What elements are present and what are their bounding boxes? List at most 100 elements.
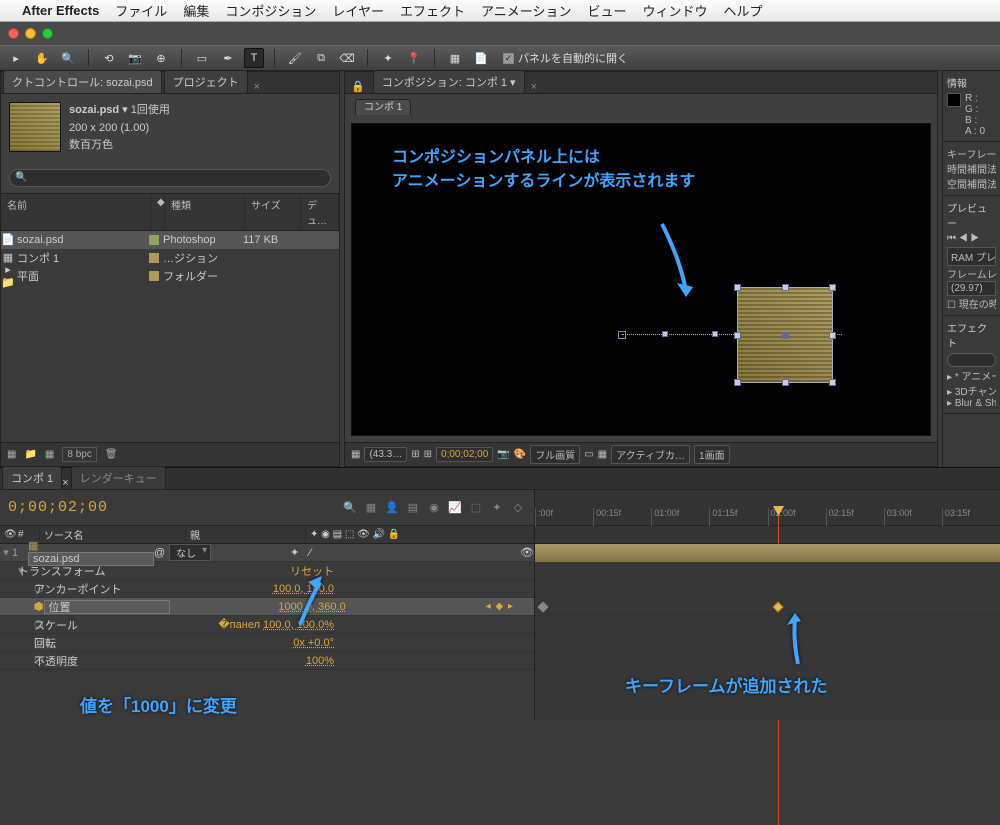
- project-tab[interactable]: プロジェクト: [164, 70, 248, 93]
- trash-icon[interactable]: 🗑: [105, 449, 118, 460]
- project-search-input[interactable]: [9, 169, 331, 187]
- menu-edit[interactable]: 編集: [183, 1, 209, 20]
- comp-mini-icon[interactable]: ▦: [363, 500, 379, 516]
- search-layers-icon[interactable]: 🔍: [342, 500, 358, 516]
- current-time-button[interactable]: 0;00;02;00: [436, 447, 493, 462]
- rect-tool-icon[interactable]: ▭: [192, 48, 212, 68]
- col-duration[interactable]: デュ…: [301, 194, 339, 230]
- menu-window[interactable]: ウィンドウ: [642, 1, 707, 20]
- res-icon[interactable]: ⊞: [411, 449, 419, 460]
- menu-file[interactable]: ファイル: [115, 1, 167, 20]
- search-help-icon[interactable]: 📄: [471, 48, 491, 68]
- comp-viewer[interactable]: コンポジションパネル上には アニメーションするラインが表示されます: [351, 123, 931, 436]
- close-timeline-tab-icon[interactable]: ×: [62, 477, 68, 489]
- close-window-icon[interactable]: [8, 28, 19, 39]
- frame-blend-icon[interactable]: ▤: [405, 500, 421, 516]
- prop-anchor[interactable]: ⬡アンカーポイント 100.0, 100.0: [0, 580, 534, 598]
- layer-duration-bar[interactable]: [535, 544, 1000, 562]
- prop-rotation[interactable]: ⬡回転 0x +0.0°: [0, 634, 534, 652]
- timeline-tab-comp[interactable]: コンポ 1: [2, 466, 62, 489]
- preview-controls[interactable]: ⏮ ◀ ▶: [947, 233, 996, 244]
- rotation-value[interactable]: 0x +0.0°: [293, 637, 334, 649]
- layer-bounding-box[interactable]: [737, 287, 833, 383]
- camera-dropdown[interactable]: アクティブカ…: [611, 445, 690, 464]
- brainstorm-icon[interactable]: ✦: [489, 500, 505, 516]
- interpret-icon[interactable]: ▦: [7, 449, 16, 460]
- camera-tool-icon[interactable]: 📷: [125, 48, 145, 68]
- hand-tool-icon[interactable]: ✋: [32, 48, 52, 68]
- brush-tool-icon[interactable]: 🖌: [285, 48, 305, 68]
- keyframe-navigator[interactable]: ◂ ◆ ▸: [486, 601, 514, 612]
- app-name[interactable]: After Effects: [22, 3, 99, 18]
- prop-opacity[interactable]: ⬡不透明度 100%: [0, 652, 534, 670]
- menu-layer[interactable]: レイヤー: [332, 1, 384, 20]
- project-row-solids[interactable]: ▸📁平面 フォルダー: [1, 267, 339, 285]
- eraser-tool-icon[interactable]: ⌫: [337, 48, 357, 68]
- auto-kf-icon[interactable]: ◇: [510, 500, 526, 516]
- zoom-dropdown[interactable]: (43.3…: [364, 447, 407, 462]
- pan-behind-tool-icon[interactable]: ⊕: [151, 48, 171, 68]
- lock-icon[interactable]: 🔒: [345, 80, 371, 93]
- roi-icon[interactable]: ▭: [584, 449, 593, 460]
- resolution-dropdown[interactable]: フル画質: [530, 445, 580, 464]
- av-col-icon[interactable]: 👁: [0, 529, 14, 540]
- workspace-icon[interactable]: ▦: [445, 48, 465, 68]
- graph-editor-icon[interactable]: 📈: [447, 500, 463, 516]
- timeline-current-time[interactable]: 0;00;02;00: [8, 499, 108, 516]
- effect-cat-2[interactable]: ▸ 3Dチャン: [947, 383, 996, 398]
- parent-dropdown[interactable]: なし: [169, 544, 211, 561]
- menu-view[interactable]: ビュー: [587, 1, 626, 20]
- current-time-checkbox[interactable]: ☐ 現在の時: [947, 296, 996, 311]
- menu-animation[interactable]: アニメーション: [481, 1, 571, 20]
- zoom-tool-icon[interactable]: 🔍: [58, 48, 78, 68]
- col-label-icon[interactable]: ◆: [151, 194, 165, 230]
- opacity-value[interactable]: 100%: [306, 655, 334, 667]
- col-size[interactable]: サイズ: [245, 194, 301, 230]
- alpha-icon[interactable]: ▦: [351, 449, 360, 460]
- text-tool-icon[interactable]: T: [244, 48, 264, 68]
- effect-cat-3[interactable]: ▸ Blur & Sh: [947, 398, 996, 409]
- effects-search-input[interactable]: [947, 353, 996, 367]
- comp-viewer-tab[interactable]: コンポジション: コンポ 1 ▾: [373, 70, 525, 93]
- bpc-button[interactable]: 8 bpc: [62, 447, 96, 462]
- prop-scale[interactable]: ⬡スケール �панел 100.0, 100.0%: [0, 616, 534, 634]
- layer-row-1[interactable]: ▾ 1 ▦ sozai.psd @なし ✦∕👁: [0, 544, 534, 562]
- shy-icon[interactable]: 👤: [384, 500, 400, 516]
- project-row-comp[interactable]: ▦コンポ 1 …ジション: [1, 249, 339, 267]
- effect-controls-tab[interactable]: クトコントロール: sozai.psd: [3, 70, 162, 93]
- puppet-tool-icon[interactable]: 📍: [404, 48, 424, 68]
- rotate-tool-icon[interactable]: ⟲: [99, 48, 119, 68]
- pickwhip-icon[interactable]: @: [154, 547, 165, 559]
- transform-group[interactable]: ▾トランスフォーム リセット: [0, 562, 534, 580]
- col-name[interactable]: 名前: [1, 194, 151, 230]
- effect-cat-1[interactable]: ▸ * アニメー: [947, 368, 996, 383]
- col-switches[interactable]: ✦ ◉ ▤ ⬚ 👁 🔊 🔒: [306, 529, 534, 540]
- minimize-window-icon[interactable]: [25, 28, 36, 39]
- grid-icon[interactable]: ⊞: [424, 449, 432, 460]
- close-tab-icon[interactable]: ×: [250, 81, 264, 93]
- project-row-sozai[interactable]: 📄sozai.psd Photoshop 117 KB: [1, 231, 339, 249]
- ram-preview-button[interactable]: RAM プレ: [947, 247, 996, 266]
- pen-tool-icon[interactable]: ✒: [218, 48, 238, 68]
- zoom-window-icon[interactable]: [42, 28, 53, 39]
- roto-tool-icon[interactable]: ✦: [378, 48, 398, 68]
- menu-effect[interactable]: エフェクト: [400, 1, 465, 20]
- col-type[interactable]: 種類: [165, 194, 245, 230]
- motion-blur-icon[interactable]: ◉: [426, 500, 442, 516]
- channel-icon[interactable]: 🎨: [514, 449, 526, 460]
- position-stopwatch-icon[interactable]: ▹: [34, 600, 40, 613]
- render-queue-tab[interactable]: レンダーキュー: [71, 466, 166, 489]
- framerate-dropdown[interactable]: (29.97): [947, 281, 996, 296]
- draft3d-icon[interactable]: ⬚: [468, 500, 484, 516]
- snapshot-icon[interactable]: 📷: [497, 449, 509, 460]
- selection-tool-icon[interactable]: ▸: [6, 48, 26, 68]
- new-comp-icon[interactable]: ▦: [45, 449, 54, 460]
- close-comp-tab-icon[interactable]: ×: [527, 81, 541, 93]
- clone-tool-icon[interactable]: ⧉: [311, 48, 331, 68]
- col-parent[interactable]: 親: [186, 527, 306, 542]
- comp-flow-tab[interactable]: コンポ 1: [355, 99, 411, 115]
- auto-open-panel-checkbox[interactable]: ✓パネルを自動的に開く: [503, 50, 628, 66]
- transparency-icon[interactable]: ▦: [598, 449, 607, 460]
- footage-thumbnail[interactable]: [9, 102, 61, 152]
- view-layout-dropdown[interactable]: 1画面: [694, 445, 730, 464]
